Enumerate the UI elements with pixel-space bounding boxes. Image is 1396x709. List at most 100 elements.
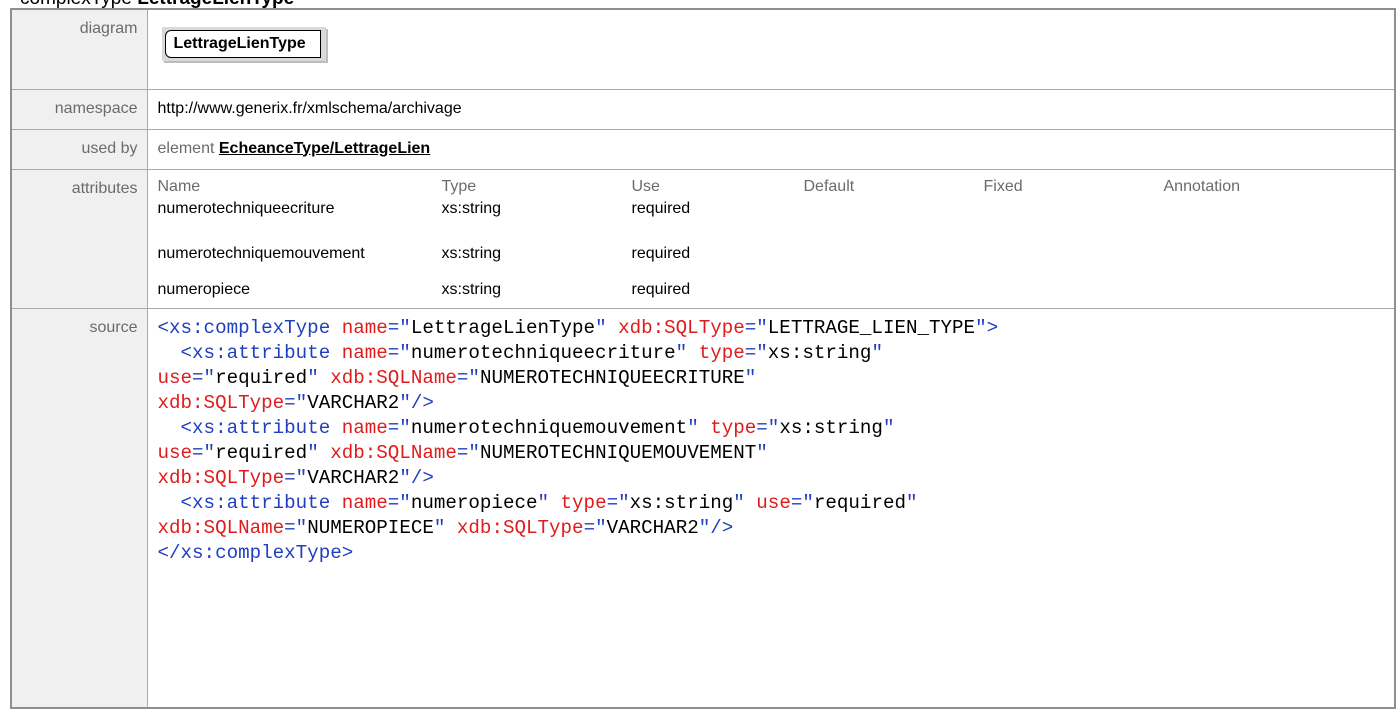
source-line: use="required" xdb:SQLName="NUMEROTECHNI…: [158, 441, 1395, 466]
attributes-cell: Name Type Use Default Fixed Annotation n…: [146, 168, 1396, 309]
source-text-token: LettrageLienType: [410, 316, 596, 339]
table-row: numerotechniquemouvement xs:string requi…: [158, 236, 1241, 272]
source-tag-token: =": [284, 466, 308, 489]
source-text-token: VARCHAR2: [307, 391, 400, 414]
source-tag-token: =": [456, 366, 480, 389]
source-text-token: [319, 367, 331, 389]
source-tag-token: =": [756, 416, 780, 439]
used-by-kind: element: [157, 139, 215, 157]
source-tag-token: ": [882, 416, 895, 439]
attr-name: numerotechniquemouvement: [157, 244, 365, 262]
attr-use: required: [631, 280, 691, 298]
source-text-token: [158, 492, 181, 514]
source-text-token: required: [215, 366, 308, 389]
source-text-token: VARCHAR2: [307, 466, 400, 489]
diagram-cell: LettrageLienType: [146, 8, 1396, 90]
source-tag-token: <xs:complexType: [157, 316, 331, 339]
source-tag-token: ": [756, 441, 768, 464]
source-tag-token: =": [583, 516, 607, 539]
source-tag-token: "/>: [698, 516, 734, 539]
source-text-token: xs:string: [767, 341, 872, 364]
source-tag-token: ">: [975, 316, 999, 339]
source-line: <xs:attribute name="numerotechniqueecrit…: [158, 341, 1395, 366]
source-tag-token: =": [387, 341, 411, 364]
source-attr-token: use: [157, 366, 193, 389]
source-text-token: numerotechniqueecriture: [410, 341, 676, 364]
source-tag-token: ": [307, 366, 319, 389]
source-tag-token: ": [744, 366, 757, 389]
source-line: </xs:complexType>: [158, 541, 1395, 566]
attr-fixed: [984, 236, 1164, 272]
source-tag-token: =": [456, 441, 480, 464]
diagram-row: diagram LettrageLienType: [10, 8, 1396, 90]
source-tag-token: =": [744, 341, 768, 364]
source-tag-token: "/>: [399, 391, 434, 414]
source-tag-token: <xs:attribute: [180, 341, 331, 364]
source-tag-token: ": [675, 341, 688, 364]
source-text-token: required: [813, 491, 906, 514]
attributes-label: attributes: [10, 168, 148, 309]
col-header-name: Name: [157, 177, 201, 195]
source-label: source: [10, 307, 148, 709]
source-attr-token: type: [698, 341, 745, 364]
source-text-token: [549, 492, 561, 514]
type-diagram-name: LettrageLienType: [164, 30, 321, 58]
source-line: <xs:attribute name="numeropiece" type="x…: [158, 491, 1395, 516]
attr-default: [804, 200, 984, 236]
schema-doc-table: diagram LettrageLienType namespace http:…: [10, 8, 1396, 709]
source-cell: <xs:complexType name="LettrageLienType" …: [146, 307, 1396, 709]
source-text-token: numerotechniquemouvement: [410, 416, 688, 439]
source-tag-token: <xs:attribute: [180, 416, 331, 439]
table-row: numeropiece xs:string required: [158, 272, 1241, 308]
used-by-label: used by: [10, 128, 148, 170]
source-attr-token: name: [341, 316, 388, 339]
source-line: use="required" xdb:SQLName="NUMEROTECHNI…: [158, 366, 1395, 391]
attr-fixed: [984, 200, 1164, 236]
source-tag-token: =": [192, 366, 216, 389]
source-text-token: [158, 342, 181, 364]
source-attr-token: name: [341, 341, 388, 364]
col-header-fixed: Fixed: [983, 177, 1023, 195]
source-tag-token: "/>: [399, 466, 434, 489]
source-tag-token: ": [687, 416, 699, 439]
source-tag-token: </xs:complexType>: [157, 541, 354, 564]
source-text-token: [330, 342, 342, 364]
source-text-token: [158, 417, 181, 439]
source-tag-token: =": [284, 391, 308, 414]
source-line: xdb:SQLType="VARCHAR2"/>: [158, 466, 1395, 491]
col-header-use: Use: [631, 177, 660, 195]
source-text-token: [319, 442, 331, 464]
source-line: <xs:complexType name="LettrageLienType" …: [158, 316, 1395, 341]
source-attr-token: use: [756, 491, 791, 514]
source-attr-token: use: [157, 441, 193, 464]
source-tag-token: ": [906, 491, 918, 514]
source-attr-token: xdb:SQLType: [456, 516, 584, 539]
used-by-link[interactable]: EcheanceType/LettrageLien: [219, 140, 430, 157]
source-line: xdb:SQLName="NUMEROPIECE" xdb:SQLType="V…: [158, 516, 1395, 541]
source-text-token: [445, 517, 457, 539]
source-text-token: xs:string: [629, 491, 734, 514]
source-attr-token: xdb:SQLName: [157, 516, 285, 539]
source-text-token: VARCHAR2: [606, 516, 699, 539]
source-text-token: numeropiece: [410, 491, 538, 514]
source-text-token: [687, 342, 699, 364]
used-by-cell: element EcheanceType/LettrageLien: [146, 128, 1396, 170]
source-row: source <xs:complexType name="LettrageLie…: [10, 307, 1396, 709]
attributes-header-row: Name Type Use Default Fixed Annotation: [158, 178, 1241, 200]
attr-default: [804, 236, 984, 272]
source-line: xdb:SQLType="VARCHAR2"/>: [158, 391, 1395, 416]
attr-type: xs:string: [441, 280, 502, 298]
used-by-row: used by element EcheanceType/LettrageLie…: [10, 128, 1396, 170]
attr-use: required: [631, 244, 691, 262]
source-text-token: [330, 417, 342, 439]
source-tag-token: =": [744, 316, 768, 339]
source-tag-token: ": [733, 491, 745, 514]
source-attr-token: name: [341, 416, 388, 439]
table-row: numerotechniqueecriture xs:string requir…: [158, 200, 1241, 236]
attr-type: xs:string: [441, 244, 502, 262]
source-tag-token: =": [192, 441, 216, 464]
source-tag-token: ": [871, 341, 883, 364]
source-tag-token: =": [387, 316, 411, 339]
source-tag-token: <xs:attribute: [180, 491, 331, 514]
col-header-default: Default: [803, 177, 855, 195]
